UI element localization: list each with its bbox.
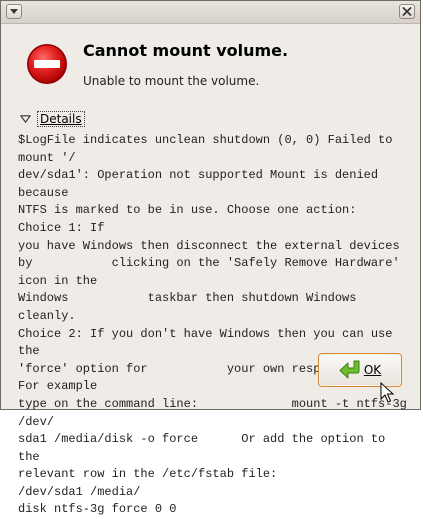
close-icon [402,7,412,16]
error-icon [27,44,67,84]
window-menu-icon [10,9,18,14]
check-arrow-icon [339,360,360,379]
details-text: $LogFile indicates unclean shutdown (0, … [18,133,407,517]
title-bar[interactable] [1,1,420,24]
dialog-window: Cannot mount volume. Unable to mount the… [0,0,421,516]
details-expander[interactable]: Details [20,110,85,127]
expander-triangle-icon [20,114,31,123]
window-menu-button[interactable] [6,4,22,19]
details-label: Details [37,110,85,127]
dialog-message: Unable to mount the volume. [83,74,260,88]
ok-label: OK [363,363,382,377]
dialog-title: Cannot mount volume. [83,41,289,60]
mouse-cursor-icon [380,382,394,403]
close-button[interactable] [399,4,415,19]
